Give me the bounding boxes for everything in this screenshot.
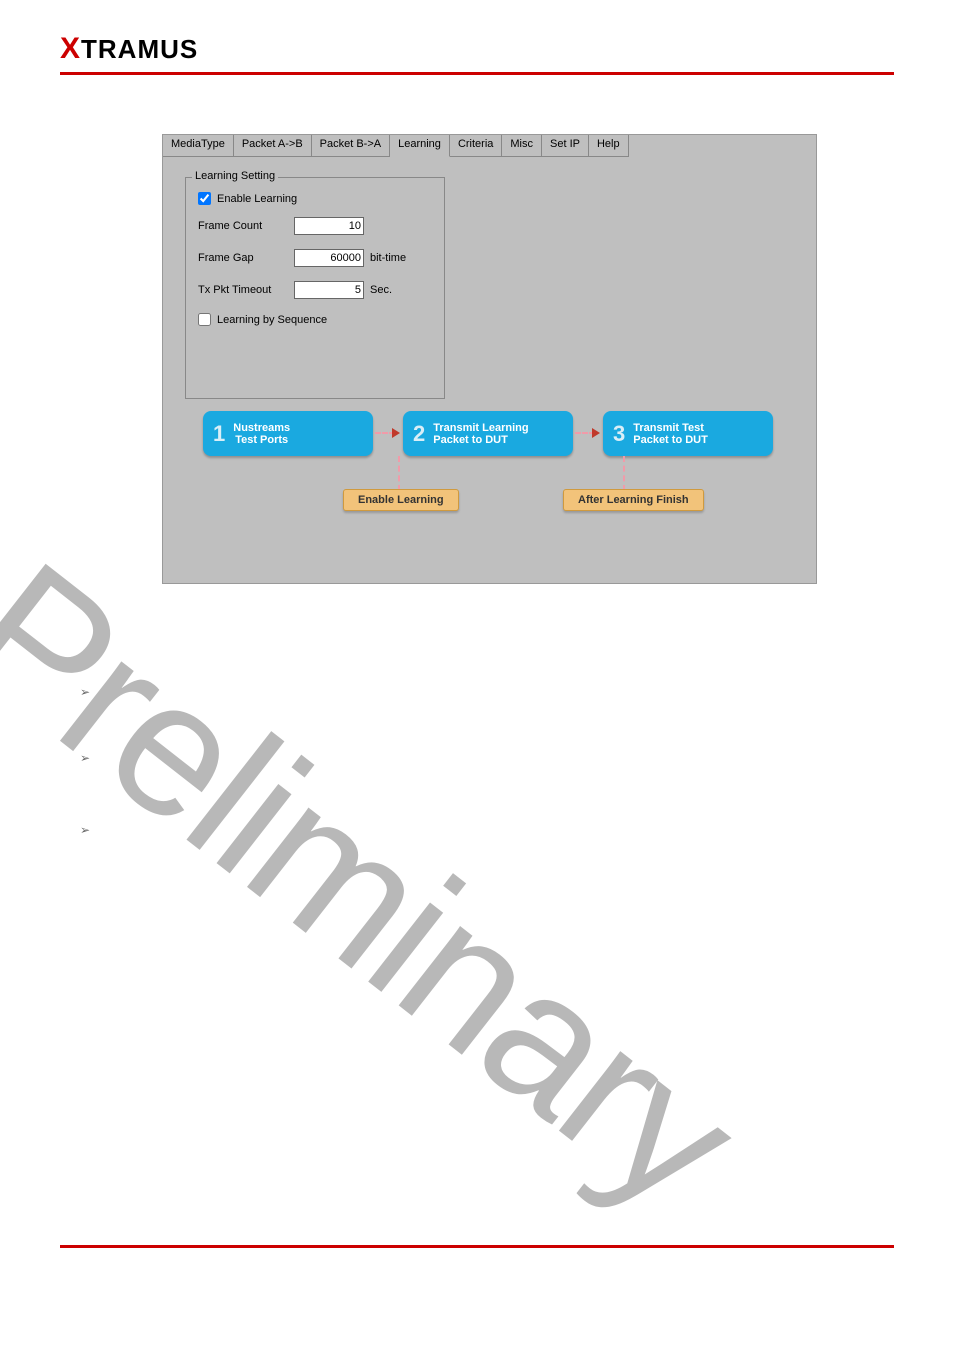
brand-logo: XTRAMUS: [60, 32, 198, 66]
learning-seq-checkbox[interactable]: [198, 313, 211, 326]
frame-gap-label: Frame Gap: [198, 252, 288, 264]
tab-packet-ab[interactable]: Packet A->B: [234, 135, 312, 157]
flow-diagram: 1 Nustreams Test Ports 2 Transmit Learni…: [203, 411, 792, 531]
flow-connector-1: [398, 456, 400, 491]
learning-seq-row: Learning by Sequence: [198, 313, 432, 326]
learning-seq-label: Learning by Sequence: [217, 314, 327, 326]
flow-step-1: 1 Nustreams Test Ports: [203, 411, 373, 456]
enable-learning-row: Enable Learning: [198, 192, 432, 205]
frame-gap-input[interactable]: [294, 249, 364, 267]
tab-learning[interactable]: Learning: [390, 135, 450, 157]
watermark-text: Preliminary: [0, 520, 774, 1250]
bullet-list: ➢ ➢ ➢ ➢ ➢: [80, 597, 90, 837]
tab-misc[interactable]: Misc: [502, 135, 542, 157]
learning-groupbox: Learning Setting Enable Learning Frame C…: [185, 177, 445, 399]
header-divider: [60, 72, 894, 75]
tx-timeout-unit: Sec.: [370, 284, 392, 296]
flow-step-1-text: Nustreams Test Ports: [233, 422, 290, 446]
bullet-2: ➢: [80, 685, 90, 699]
frame-count-row: Frame Count: [198, 217, 432, 235]
frame-count-label: Frame Count: [198, 220, 288, 232]
tab-mediatype[interactable]: MediaType: [163, 135, 234, 157]
enable-learning-label: Enable Learning: [217, 193, 297, 205]
tx-timeout-label: Tx Pkt Timeout: [198, 284, 288, 296]
flow-step-2: 2 Transmit Learning Packet to DUT: [403, 411, 573, 456]
enable-learning-checkbox[interactable]: [198, 192, 211, 205]
bullet-1: ➢: [80, 597, 90, 611]
flow-step-1-num: 1: [213, 421, 225, 447]
flow-connector-2: [623, 456, 625, 491]
flow-arrow-1: [375, 428, 405, 438]
bullet-5: ➢: [80, 823, 90, 837]
tab-criteria[interactable]: Criteria: [450, 135, 502, 157]
flow-step-3-num: 3: [613, 421, 625, 447]
footer-divider: [60, 1245, 894, 1248]
logo-rest: TRAMUS: [81, 34, 198, 64]
flow-badge-after: After Learning Finish: [563, 489, 704, 511]
groupbox-title: Learning Setting: [192, 170, 278, 182]
tab-strip: MediaType Packet A->B Packet B->A Learni…: [163, 135, 816, 157]
frame-count-input[interactable]: [294, 217, 364, 235]
tx-timeout-row: Tx Pkt Timeout Sec.: [198, 281, 432, 299]
tab-help[interactable]: Help: [589, 135, 629, 157]
tab-packet-ba[interactable]: Packet B->A: [312, 135, 390, 157]
bullet-4: ➢: [80, 751, 90, 765]
flow-step-3: 3 Transmit Test Packet to DUT: [603, 411, 773, 456]
tx-timeout-input[interactable]: [294, 281, 364, 299]
logo-x: X: [60, 32, 81, 65]
bullet-3: ➢: [80, 718, 90, 732]
flow-step-2-num: 2: [413, 421, 425, 447]
learning-panel: Learning Setting Enable Learning Frame C…: [163, 157, 816, 419]
flow-step-2-text: Transmit Learning Packet to DUT: [433, 422, 528, 446]
frame-gap-row: Frame Gap bit-time: [198, 249, 432, 267]
flow-arrow-2: [575, 428, 605, 438]
frame-gap-unit: bit-time: [370, 252, 406, 264]
settings-dialog: MediaType Packet A->B Packet B->A Learni…: [162, 134, 817, 584]
flow-step-3-text: Transmit Test Packet to DUT: [633, 422, 708, 446]
flow-badge-enable: Enable Learning: [343, 489, 459, 511]
tab-setip[interactable]: Set IP: [542, 135, 589, 157]
